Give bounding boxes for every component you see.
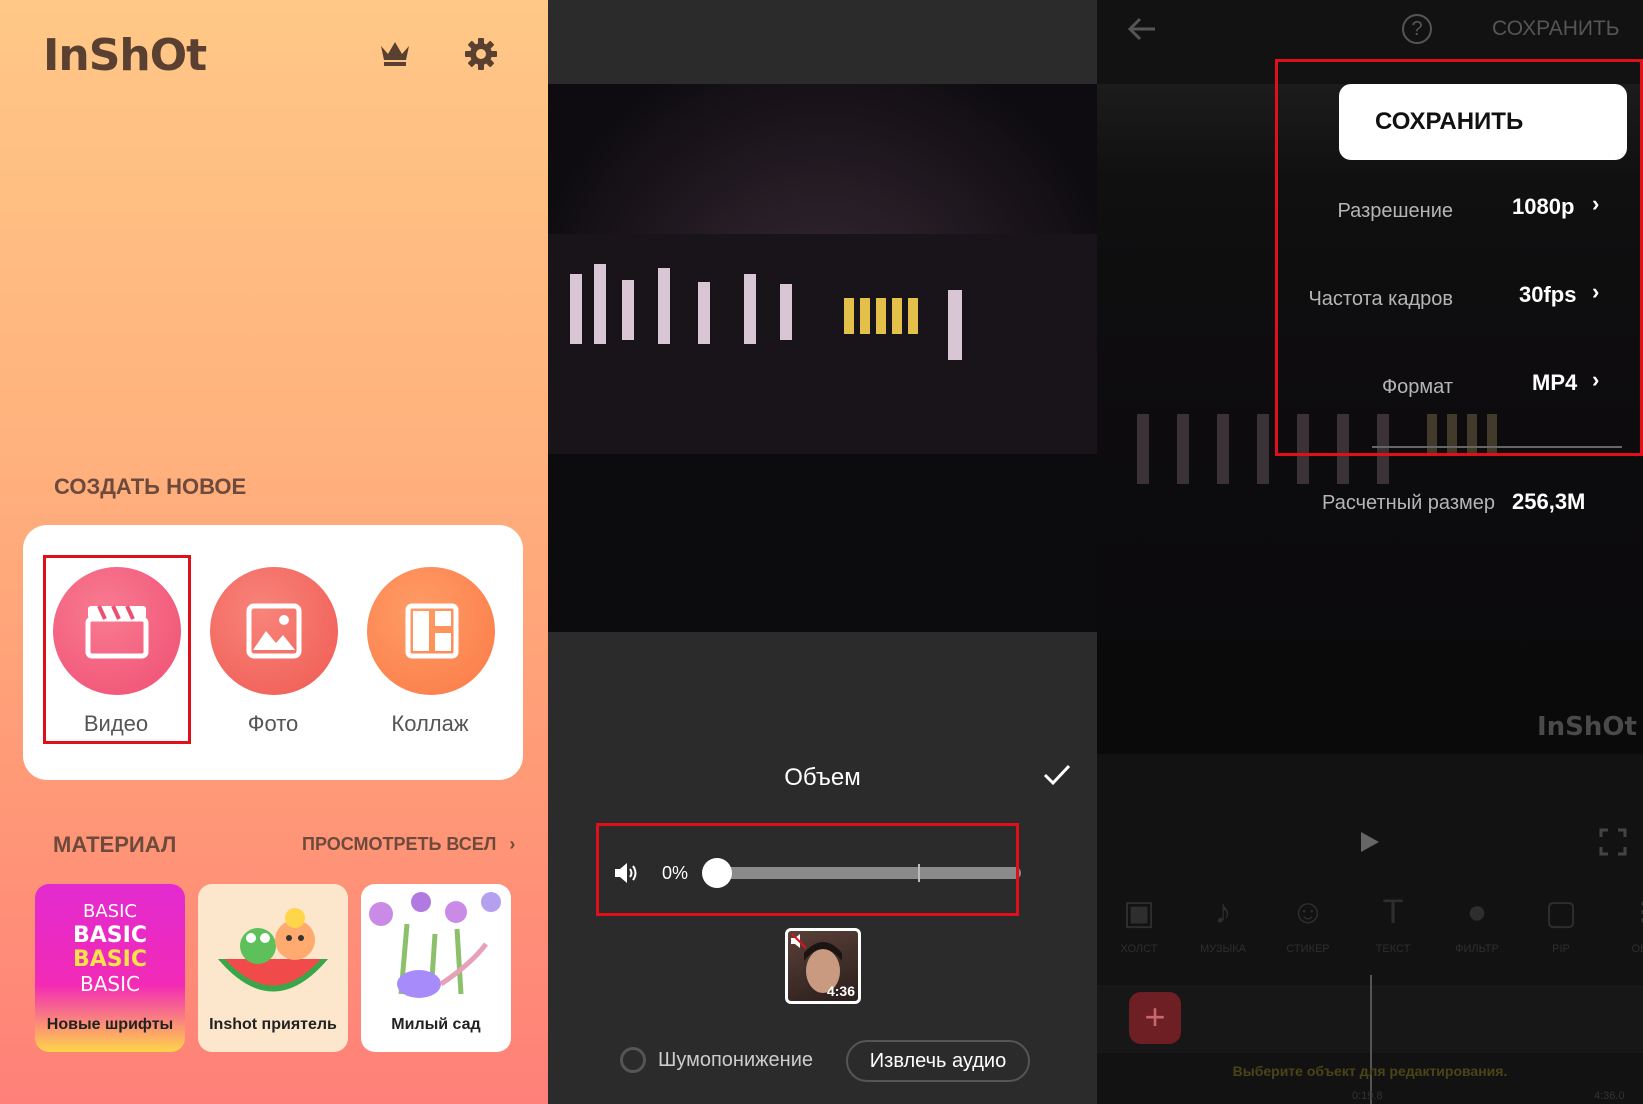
volume-panel: Объем 0% 4:36 Шумопонижение Извлечь ауди… <box>548 0 1097 1104</box>
fps-label: Частота кадров <box>1308 288 1453 310</box>
speaker-icon[interactable] <box>614 862 640 884</box>
denoise-toggle[interactable] <box>620 1047 646 1073</box>
estimated-size-value: 256,3M <box>1512 489 1586 514</box>
watermark: InShOt <box>1537 712 1637 742</box>
material-label: Inshot приятель <box>209 1016 337 1033</box>
font-sample: BASIC <box>73 923 147 948</box>
crown-icon[interactable] <box>378 38 412 68</box>
font-sample: BASIC <box>80 972 140 996</box>
back-arrow-icon[interactable] <box>1127 16 1157 42</box>
material-card-fonts[interactable]: BASIC BASIC BASIC BASIC Новые шрифты <box>35 884 185 1052</box>
tool-label: ОБР <box>1631 943 1643 955</box>
checkmark-icon[interactable] <box>1042 762 1072 788</box>
chevron-right-icon: › <box>509 834 516 854</box>
font-sample: BASIC <box>73 947 147 972</box>
friend-sticker-icon <box>218 908 328 992</box>
denoise-label: Шумопонижение <box>658 1049 813 1071</box>
clip-duration: 4:36 <box>826 983 855 999</box>
volume-slider-handle[interactable] <box>702 858 732 888</box>
view-all-label: ПРОСМОТРЕТЬ ВСЕЛ <box>302 834 497 854</box>
chevron-right-icon: › <box>1592 191 1600 216</box>
material-label: Милый сад <box>391 1016 481 1033</box>
tool-sticker[interactable]: ☺ СТИКЕР <box>1268 893 1348 955</box>
garden-sticker-icon <box>369 892 501 998</box>
create-video-label: Видео <box>83 711 149 736</box>
help-icon[interactable]: ? <box>1402 14 1432 44</box>
chevron-right-icon: › <box>1592 279 1600 304</box>
create-collage-label: Коллаж <box>391 711 469 736</box>
muted-speaker-icon <box>791 933 807 949</box>
text-icon: T <box>1382 893 1404 931</box>
tool-label: ХОЛСТ <box>1120 943 1158 955</box>
music-icon: ♪ <box>1214 893 1232 931</box>
format-value[interactable]: MP4 <box>1532 370 1577 396</box>
create-new-card: Видео Фото Коллаж <box>23 525 523 780</box>
add-clip-button[interactable]: + <box>1129 992 1181 1044</box>
canvas-icon: ▣ <box>1122 894 1156 932</box>
tool-pip[interactable]: ▢ PIP <box>1521 893 1601 955</box>
slider-default-mark <box>918 864 920 882</box>
concert-video-frame <box>548 84 1097 632</box>
tool-filter[interactable]: ● ФИЛЬТР <box>1437 893 1517 955</box>
dimmed-video-preview <box>1097 84 1643 754</box>
clip-thumbnail[interactable]: 4:36 <box>785 928 861 1004</box>
material-heading: МАТЕРИАЛ <box>53 832 177 857</box>
create-photo-label: Фото <box>247 711 299 736</box>
crop-icon: ⁝ <box>1603 893 1643 937</box>
dimmed-concert-frame <box>1137 414 1497 484</box>
play-icon[interactable] <box>1359 830 1381 854</box>
tool-label: ФИЛЬТР <box>1455 943 1499 955</box>
material-card-garden[interactable]: Милый сад <box>361 884 511 1052</box>
tool-label: ТЕКСТ <box>1375 943 1411 955</box>
resolution-value[interactable]: 1080p <box>1512 194 1574 220</box>
app-logo: InShOt <box>43 30 207 81</box>
create-photo-button[interactable] <box>210 567 338 695</box>
resolution-label: Разрешение <box>1337 200 1454 222</box>
chevron-right-icon: › <box>1592 367 1600 392</box>
format-label: Формат <box>1381 376 1453 398</box>
video-preview <box>548 84 1097 632</box>
playhead <box>1370 975 1372 1104</box>
estimated-size-label: Расчетный размер <box>1322 492 1495 514</box>
tool-text[interactable]: T ТЕКСТ <box>1353 893 1433 955</box>
tool-canvas[interactable]: ▣ ХОЛСТ <box>1099 893 1179 955</box>
settings-gear-icon[interactable] <box>464 37 498 71</box>
volume-percent: 0% <box>662 863 689 883</box>
tool-label: PIP <box>1552 943 1570 955</box>
material-label: Новые шрифты <box>46 1016 174 1033</box>
create-new-heading: СОЗДАТЬ НОВОЕ <box>54 474 247 499</box>
volume-slider-track[interactable] <box>716 867 1021 879</box>
pip-icon: ▢ <box>1544 894 1578 932</box>
total-time: 4:36.0 <box>1594 1090 1625 1102</box>
tool-label: СТИКЕР <box>1286 943 1330 955</box>
save-button[interactable]: СОХРАНИТЬ <box>1339 84 1627 160</box>
save-panel: ? СОХРАНИТЬ InShOt СОХРАНИТЬ Разрешение … <box>1097 0 1643 1104</box>
view-all-link[interactable]: ПРОСМОТРЕТЬ ВСЕЛ › <box>302 834 515 855</box>
create-video-button[interactable] <box>53 567 181 695</box>
create-collage-button[interactable] <box>367 567 495 695</box>
extract-audio-button[interactable]: Извлечь аудио <box>846 1040 1030 1082</box>
fps-value[interactable]: 30fps <box>1519 282 1576 308</box>
clapperboard-icon <box>85 605 149 659</box>
current-time: 0:19.8 <box>1352 1090 1383 1102</box>
fullscreen-icon[interactable] <box>1599 828 1627 856</box>
save-button-label: СОХРАНИТЬ <box>1375 108 1524 135</box>
font-sample: BASIC <box>83 901 137 922</box>
tool-music[interactable]: ♪ МУЗЫКА <box>1183 893 1263 955</box>
sticker-icon: ☺ <box>1290 893 1326 931</box>
material-card-friend[interactable]: Inshot приятель <box>198 884 348 1052</box>
tool-crop[interactable]: ⁝ ОБР <box>1603 893 1643 955</box>
save-top-button[interactable]: СОХРАНИТЬ <box>1492 17 1620 41</box>
image-icon <box>246 603 302 659</box>
divider <box>1372 446 1622 448</box>
collage-icon <box>405 603 459 659</box>
selection-hint: Выберите объект для редактирования. <box>1232 1063 1508 1079</box>
filter-icon: ● <box>1466 893 1488 931</box>
tool-label: МУЗЫКА <box>1199 943 1247 955</box>
volume-title: Объем <box>784 764 861 791</box>
home-panel: InShOt СОЗДАТЬ НОВОЕ Видео Фото Коллаж М… <box>0 0 548 1104</box>
